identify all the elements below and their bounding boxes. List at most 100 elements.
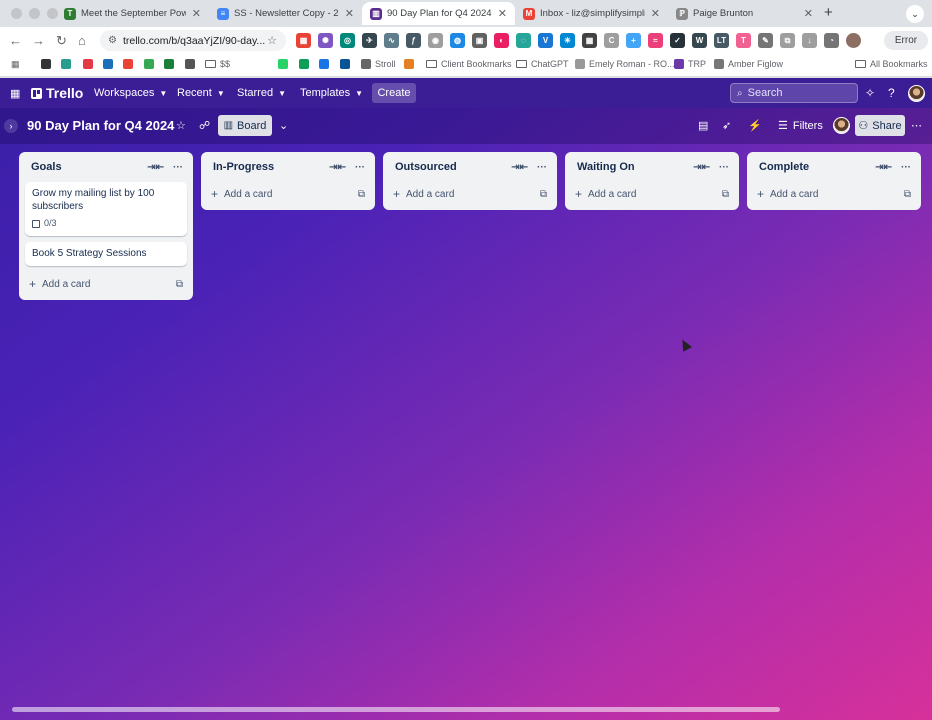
close-tab-icon[interactable]: ✕ bbox=[804, 7, 813, 20]
back-arrow-icon[interactable]: ← bbox=[9, 33, 22, 48]
bookmark-link[interactable]: $$ bbox=[205, 59, 230, 69]
forward-arrow-icon[interactable]: → bbox=[32, 33, 45, 48]
list-title[interactable]: Goals bbox=[31, 161, 138, 173]
create-button[interactable]: Create bbox=[372, 83, 416, 103]
help-icon[interactable]: ? bbox=[888, 86, 895, 100]
grid-icon[interactable]: ▦ bbox=[582, 33, 597, 48]
extension-icon[interactable]: C bbox=[604, 33, 619, 48]
card[interactable]: Book 5 Strategy Sessions bbox=[25, 242, 187, 266]
extension-icon[interactable]: ✓ bbox=[670, 33, 685, 48]
browser-tab[interactable]: ≡ SS - Newsletter Copy - 2024 ✕ bbox=[209, 2, 362, 25]
expand-sidebar-icon[interactable]: › bbox=[4, 119, 18, 133]
close-tab-icon[interactable]: ✕ bbox=[651, 7, 660, 20]
account-avatar[interactable] bbox=[908, 85, 925, 102]
bookmark-link[interactable]: Amber Figlow bbox=[714, 59, 783, 69]
card-template-icon[interactable]: ⧉ bbox=[722, 189, 729, 200]
browser-tab[interactable]: ℙ Paige Brunton ✕ bbox=[668, 2, 821, 25]
calendar-icon[interactable]: ▤ bbox=[698, 119, 708, 132]
list-title[interactable]: Outsourced bbox=[395, 161, 502, 173]
puzzle-icon[interactable]: ⧉ bbox=[780, 33, 795, 48]
notifications-icon[interactable]: ✧ bbox=[865, 86, 875, 100]
browser-tab[interactable]: M Inbox - liz@simplifysimplify.n ✕ bbox=[515, 2, 668, 25]
member-avatar[interactable] bbox=[833, 117, 850, 134]
collapse-list-icon[interactable]: ⇥⇤ bbox=[875, 162, 892, 173]
site-info-icon[interactable]: ⚙ bbox=[108, 35, 117, 46]
star-board-icon[interactable]: ☆ bbox=[176, 119, 186, 132]
trello-logo[interactable]: Trello bbox=[31, 85, 83, 101]
bookmark-icon-link[interactable] bbox=[319, 59, 333, 69]
extension-icon[interactable]: ◐ bbox=[494, 33, 509, 48]
bookmark-star-icon[interactable]: ☆ bbox=[267, 34, 277, 47]
bookmark-icon-link[interactable] bbox=[83, 59, 97, 69]
extension-icon[interactable]: ◍ bbox=[450, 33, 465, 48]
collapse-list-icon[interactable]: ⇥⇤ bbox=[329, 162, 346, 173]
close-tab-icon[interactable]: ✕ bbox=[345, 7, 354, 20]
tab-search-icon[interactable]: ⌄ bbox=[906, 5, 924, 23]
list-menu-icon[interactable]: ··· bbox=[719, 162, 729, 173]
bookmark-link[interactable]: ChatGPT bbox=[516, 59, 569, 69]
bookmark-link[interactable]: Client Bookmarks bbox=[426, 59, 512, 69]
extension-icon[interactable]: ◌ bbox=[516, 33, 531, 48]
bookmark-link[interactable]: Emely Roman - RO... bbox=[575, 59, 675, 69]
list-title[interactable]: Waiting On bbox=[577, 161, 684, 173]
extension-icon[interactable]: LT bbox=[714, 33, 729, 48]
starred-menu[interactable]: Starred ▼ bbox=[237, 87, 286, 99]
reload-icon[interactable]: ↻ bbox=[56, 33, 67, 49]
list-title[interactable]: In-Progress bbox=[213, 161, 320, 173]
collapse-list-icon[interactable]: ⇥⇤ bbox=[693, 162, 710, 173]
list-title[interactable]: Complete bbox=[759, 161, 866, 173]
automation-icon[interactable]: ⚡ bbox=[748, 119, 762, 132]
list-menu-icon[interactable]: ··· bbox=[173, 162, 183, 173]
camera-icon[interactable]: ◉ bbox=[428, 33, 443, 48]
close-tab-icon[interactable]: ✕ bbox=[498, 7, 507, 20]
extension-icon[interactable]: T bbox=[736, 33, 751, 48]
search-input[interactable]: ⌕ Search bbox=[730, 83, 858, 103]
extension-icon[interactable]: ▦ bbox=[296, 33, 311, 48]
bookmark-icon-link[interactable] bbox=[164, 59, 178, 69]
add-card-button[interactable]: + Add a card ⧉ bbox=[747, 182, 921, 206]
card-template-icon[interactable]: ⧉ bbox=[176, 279, 183, 290]
add-card-button[interactable]: + Add a card ⧉ bbox=[383, 182, 557, 206]
extension-icon[interactable]: ▣ bbox=[472, 33, 487, 48]
bookmark-icon-link[interactable] bbox=[278, 59, 292, 69]
add-card-button[interactable]: + Add a card ⧉ bbox=[201, 182, 375, 206]
bookmark-icon-link[interactable] bbox=[103, 59, 117, 69]
power-ups-icon[interactable]: ➶ bbox=[722, 119, 731, 132]
board-menu-icon[interactable]: ⋯ bbox=[911, 119, 922, 132]
recent-menu[interactable]: Recent ▼ bbox=[177, 87, 225, 99]
bookmark-link[interactable]: Stroll bbox=[361, 59, 396, 69]
add-card-button[interactable]: + Add a card ⧉ bbox=[565, 182, 739, 206]
bookmark-link[interactable]: TRP bbox=[674, 59, 706, 69]
app-switcher-icon[interactable]: ▦ bbox=[10, 87, 20, 100]
bookmark-icon-link[interactable] bbox=[404, 59, 418, 69]
extension-icon[interactable]: ✺ bbox=[318, 33, 333, 48]
pen-icon[interactable]: ✎ bbox=[758, 33, 773, 48]
templates-menu[interactable]: Templates ▼ bbox=[300, 87, 363, 99]
collapse-list-icon[interactable]: ⇥⇤ bbox=[147, 162, 164, 173]
extension-icon[interactable]: + bbox=[626, 33, 641, 48]
extension-icon[interactable]: ≈ bbox=[648, 33, 663, 48]
home-icon[interactable]: ⌂ bbox=[78, 33, 86, 48]
card[interactable]: Grow my mailing list by 100 subscribers 0… bbox=[25, 182, 187, 236]
list-menu-icon[interactable]: ··· bbox=[537, 162, 547, 173]
extension-icon[interactable]: V bbox=[538, 33, 553, 48]
new-tab-button[interactable]: + bbox=[824, 4, 833, 21]
board-view-button[interactable]: ▥ Board bbox=[218, 115, 272, 136]
close-window-button[interactable] bbox=[11, 8, 22, 19]
browser-tab[interactable]: ▥ 90 Day Plan for Q4 2024 | Tre ✕ bbox=[362, 2, 515, 25]
filters-button[interactable]: ☰ Filters bbox=[778, 119, 823, 133]
bookmark-icon-link[interactable] bbox=[299, 59, 313, 69]
board-title[interactable]: 90 Day Plan for Q4 2024 bbox=[27, 118, 174, 133]
bookmark-icon-link[interactable] bbox=[185, 59, 199, 69]
extension-icon[interactable]: ✈ bbox=[362, 33, 377, 48]
horizontal-scrollbar[interactable] bbox=[12, 707, 780, 712]
collapse-list-icon[interactable]: ⇥⇤ bbox=[511, 162, 528, 173]
error-button[interactable]: Error bbox=[884, 31, 928, 50]
extension-icon[interactable]: ∿ bbox=[384, 33, 399, 48]
bookmark-icon-link[interactable] bbox=[340, 59, 354, 69]
bookmark-icon-link[interactable] bbox=[144, 59, 158, 69]
card-template-icon[interactable]: ⧉ bbox=[904, 189, 911, 200]
extension-icon[interactable]: W bbox=[692, 33, 707, 48]
bookmark-icon-link[interactable] bbox=[41, 59, 55, 69]
close-tab-icon[interactable]: ✕ bbox=[192, 7, 201, 20]
